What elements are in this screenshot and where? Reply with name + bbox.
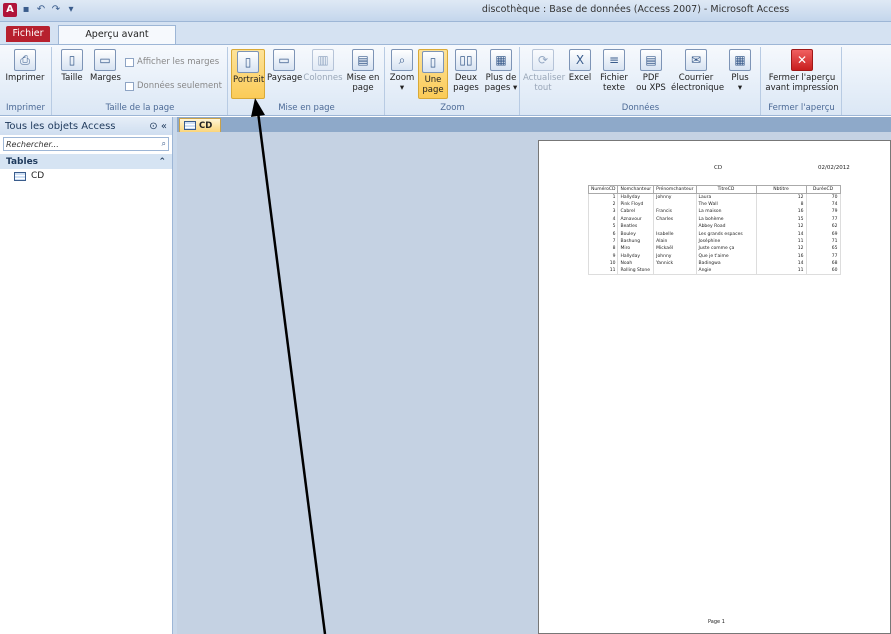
annotation-arrow <box>251 98 327 634</box>
